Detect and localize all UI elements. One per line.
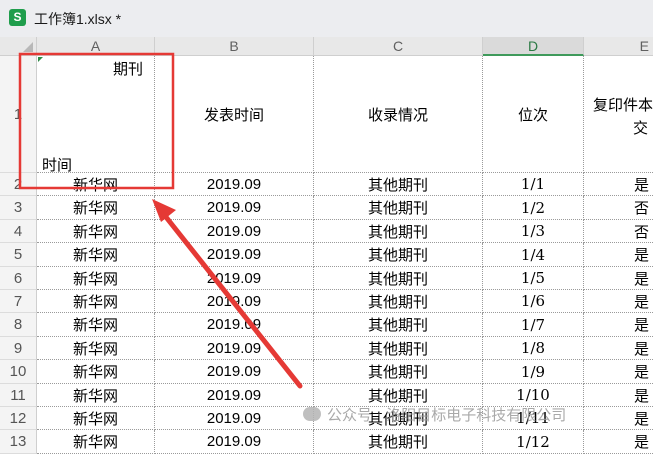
watermark: 公众号 · 洛阳目标电子科技有限公司: [303, 404, 566, 425]
arrow-head: [152, 199, 176, 222]
arrow-shaft: [159, 209, 303, 389]
annotation-overlay: [18, 52, 303, 389]
wechat-icon: [303, 406, 321, 421]
watermark-text: 公众号 · 洛阳目标电子科技有限公司: [327, 406, 567, 424]
highlight-box: [18, 52, 175, 190]
cell-comment-indicator: [38, 57, 43, 62]
